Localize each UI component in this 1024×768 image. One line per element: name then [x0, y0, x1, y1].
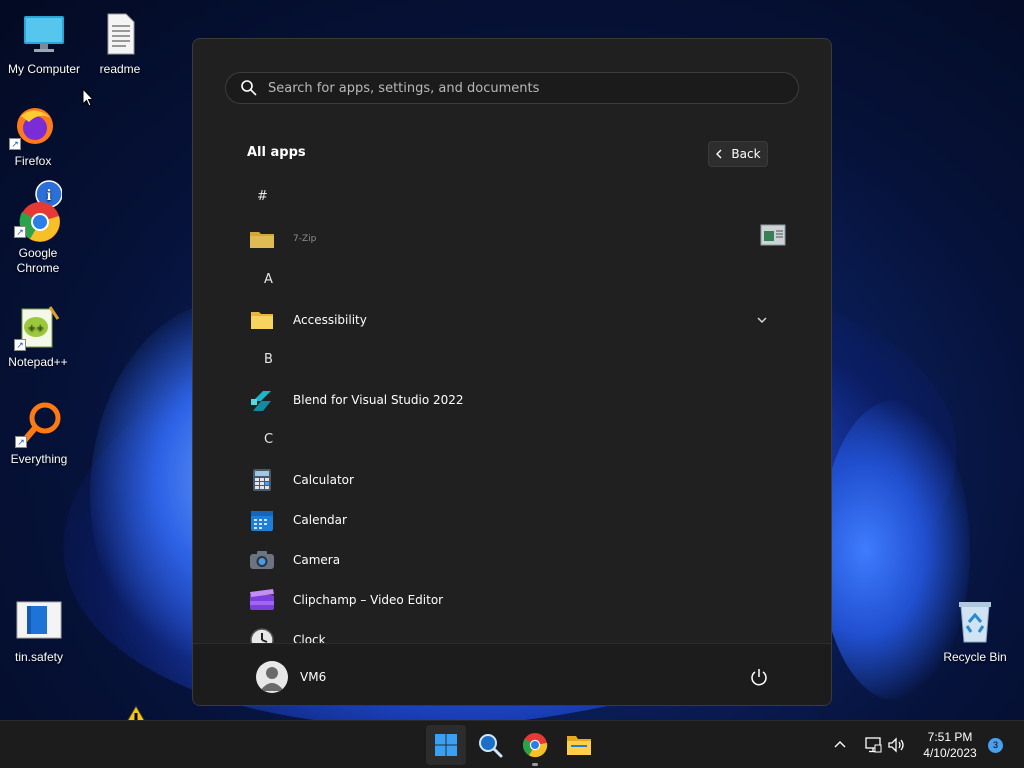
chrome-icon: [522, 733, 548, 758]
taskbar-file-explorer-button[interactable]: [559, 725, 599, 765]
app-item-calculator[interactable]: Calculator: [249, 462, 779, 498]
start-button[interactable]: [426, 725, 466, 765]
clock-time: 7:51 PM: [927, 730, 973, 744]
folder-icon: [567, 736, 591, 755]
monitor-icon: [20, 10, 68, 58]
shortcut-arrow-icon: ↗: [14, 226, 26, 238]
shortcut-arrow-icon: ↗: [15, 436, 27, 448]
user-bar: VM6: [193, 643, 831, 705]
power-icon[interactable]: [749, 667, 769, 687]
desktop-icon-everything[interactable]: ↗ Everything: [0, 400, 79, 466]
desktop-icon-label: Firefox: [14, 154, 52, 168]
chevron-down-icon[interactable]: [755, 313, 769, 327]
chrome-icon: i ↗: [14, 180, 63, 244]
app-icon-preview: [760, 224, 786, 246]
desktop-icon-label: My Computer: [7, 62, 81, 76]
user-icon: [260, 667, 284, 691]
app-list[interactable]: # 7-Zip A Accessibility B Blend for Visu…: [193, 179, 831, 643]
folder-icon: [249, 307, 275, 333]
mouse-cursor-icon: [82, 88, 94, 107]
app-item-camera[interactable]: Camera: [249, 542, 779, 578]
avatar[interactable]: [256, 661, 288, 693]
desktop-icon-label: tin.safety: [14, 650, 64, 664]
app-item-label: Camera: [293, 553, 341, 567]
calendar-icon: [249, 507, 275, 533]
blend-icon: [249, 387, 275, 413]
chevron-left-icon: [716, 149, 722, 159]
app-item-label: Blend for Visual Studio 2022: [293, 393, 464, 407]
app-item-7-zip[interactable]: 7-Zip: [249, 221, 786, 257]
network-button[interactable]: [864, 721, 882, 768]
taskbar-search-button[interactable]: [470, 725, 510, 765]
shortcut-arrow-icon: ↗: [9, 138, 21, 150]
svg-text:i: i: [47, 187, 52, 204]
windows-logo-icon: [435, 734, 457, 756]
desktop-icon-firefox[interactable]: ↗ Firefox: [0, 102, 73, 168]
start-menu: All apps Back # 7-Zip A Accessibility B: [192, 38, 832, 706]
desktop-icon-tin-safety[interactable]: tin.safety: [0, 598, 79, 664]
taskbar-chrome-button[interactable]: [515, 725, 555, 765]
desktop-icon-label: Google Chrome: [16, 246, 60, 275]
desktop-icon-readme[interactable]: readme: [80, 10, 160, 76]
letter-header-b[interactable]: B: [264, 352, 273, 367]
tray-overflow-button[interactable]: [832, 721, 848, 768]
chevron-up-icon: [834, 741, 846, 748]
document-icon: [15, 598, 63, 646]
taskbar: 7:51 PM 4/10/2023 3: [0, 720, 1024, 768]
network-icon: [865, 737, 882, 753]
volume-button[interactable]: [888, 721, 906, 768]
letter-header-a[interactable]: A: [264, 272, 273, 287]
desktop-icon-label: Notepad++: [8, 355, 68, 369]
notification-badge[interactable]: 3: [988, 738, 1003, 753]
desktop-icon-google-chrome[interactable]: i ↗ Google Chrome: [0, 180, 78, 276]
app-item-label: 7-Zip: [293, 234, 317, 244]
shortcut-arrow-icon: ↗: [14, 339, 26, 351]
app-item-label: Clipchamp – Video Editor: [293, 593, 444, 607]
app-item-label: Calendar: [293, 513, 347, 527]
search-icon: [479, 734, 503, 758]
app-item-clock[interactable]: Clock: [249, 622, 779, 643]
app-item-calendar[interactable]: Calendar: [249, 502, 779, 538]
desktop-icon-my-computer[interactable]: My Computer: [4, 10, 84, 76]
clock-date: 4/10/2023: [923, 746, 977, 760]
calculator-icon: [249, 467, 275, 493]
desktop-icon-notepad-plus-plus[interactable]: ++ ↗ Notepad++: [0, 303, 78, 369]
desktop-icon-label: readme: [99, 62, 141, 76]
clock-icon: [249, 627, 275, 643]
back-button-label: Back: [731, 147, 761, 161]
text-file-icon: [96, 10, 144, 58]
folder-icon: [249, 226, 275, 252]
app-item-label: Accessibility: [293, 313, 367, 327]
running-indicator: [532, 763, 538, 766]
clipchamp-icon: [249, 587, 275, 613]
app-item-blend-for-visual-studio-2022[interactable]: Blend for Visual Studio 2022: [249, 382, 779, 418]
app-item-clipchamp[interactable]: Clipchamp – Video Editor: [249, 582, 779, 618]
desktop-icon-recycle-bin[interactable]: Recycle Bin: [935, 598, 1015, 664]
search-icon: [241, 80, 257, 96]
search-box[interactable]: [225, 72, 799, 104]
svg-text:++: ++: [28, 323, 45, 334]
desktop-icon-label: Recycle Bin: [943, 650, 1007, 664]
all-apps-title: All apps: [247, 145, 306, 160]
camera-icon: [249, 547, 275, 573]
back-button[interactable]: Back: [708, 141, 768, 167]
search-input[interactable]: [268, 80, 788, 96]
clock[interactable]: 7:51 PM 4/10/2023: [910, 729, 990, 761]
speaker-icon: [888, 737, 904, 753]
app-item-label: Calculator: [293, 473, 354, 487]
letter-header-c[interactable]: C: [264, 432, 273, 447]
firefox-icon: ↗: [9, 102, 57, 150]
desktop-icon-label: Everything: [10, 452, 68, 466]
app-item-accessibility[interactable]: Accessibility: [249, 302, 779, 338]
user-name[interactable]: VM6: [300, 670, 326, 684]
recycle-bin-icon: [951, 598, 999, 646]
letter-header-hash[interactable]: #: [257, 189, 268, 204]
notepad-plus-plus-icon: ++ ↗: [14, 303, 62, 351]
app-item-label: Clock: [293, 633, 326, 643]
magnifier-icon: ↗: [15, 400, 63, 448]
